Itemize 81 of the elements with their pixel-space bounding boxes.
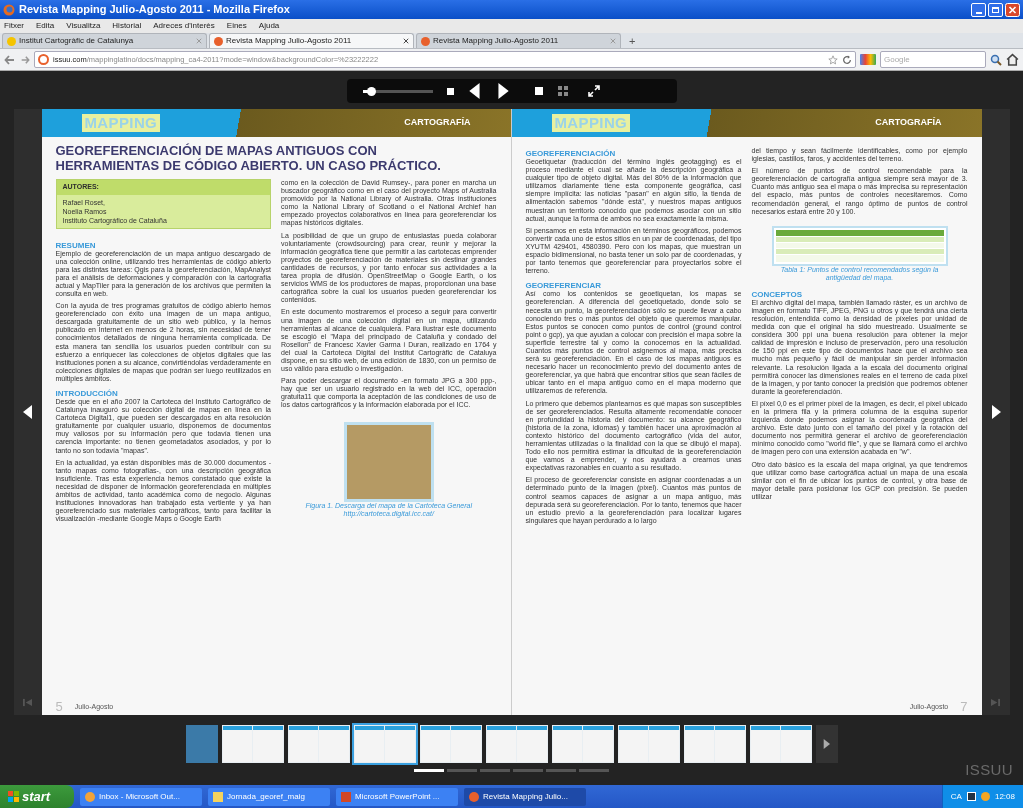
tray-shield-icon[interactable] xyxy=(980,792,990,801)
section-label: CARTOGRAFÍA xyxy=(875,116,942,130)
grid-view-icon[interactable] xyxy=(557,86,568,96)
magazine-logo: MAPPING xyxy=(81,114,161,132)
previous-spread-icon[interactable] xyxy=(22,404,33,420)
page-thumbnail[interactable] xyxy=(353,725,416,763)
section-heading: GEOREFERENCIAR xyxy=(525,281,603,291)
home-icon[interactable] xyxy=(1006,53,1019,66)
next-spread-icon[interactable] xyxy=(990,404,1001,420)
last-page-icon[interactable] xyxy=(991,698,1000,707)
clock: 12:08 xyxy=(994,790,1015,803)
page-thumbnail[interactable] xyxy=(683,725,746,763)
menu-item[interactable]: Fitxer xyxy=(4,20,24,32)
browser-tab[interactable]: Revista Mapping Julio-Agosto 2011 xyxy=(209,33,414,48)
forward-button-icon[interactable] xyxy=(20,54,30,65)
page-thumbnail[interactable] xyxy=(221,725,284,763)
stop-icon[interactable] xyxy=(446,87,454,95)
tab-label: Revista Mapping Julio-Agosto 2011 xyxy=(226,35,353,47)
section-heading: GEOREFERENCIACIÓN xyxy=(525,149,617,158)
browser-icon xyxy=(3,3,15,16)
tab-label: Revista Mapping Julio-Agosto 2011 xyxy=(433,35,560,47)
tab-label: Institut Cartogràfic de Catalunya xyxy=(19,35,135,47)
minimize-button[interactable] xyxy=(971,2,986,17)
new-tab-button[interactable]: + xyxy=(623,34,642,48)
start-button[interactable]: start xyxy=(0,785,74,808)
menu-item[interactable]: Adreces d'interès xyxy=(153,20,215,32)
page-thumbnail[interactable] xyxy=(419,725,482,763)
page-thumbnail[interactable] xyxy=(551,725,614,763)
menu-item[interactable]: Historial xyxy=(112,20,142,32)
taskbar-button[interactable]: Microsoft PowerPoint ... xyxy=(336,787,458,806)
tab-favicon-icon xyxy=(7,36,16,46)
tray-app-icon[interactable] xyxy=(966,792,976,801)
tab-close-icon[interactable] xyxy=(403,38,409,44)
magazine-logo: MAPPING xyxy=(551,114,631,132)
mail-icon xyxy=(85,791,95,802)
first-page-icon[interactable] xyxy=(23,698,32,707)
reload-icon[interactable] xyxy=(842,54,852,65)
menu-item[interactable]: Visualitza xyxy=(66,20,101,32)
search-field[interactable]: Google xyxy=(880,51,986,68)
search-engine-icon[interactable] xyxy=(860,54,876,65)
previous-page-icon[interactable] xyxy=(467,83,482,99)
next-page-icon[interactable] xyxy=(495,83,510,99)
windows-logo-icon xyxy=(8,791,19,802)
page-thumbnail[interactable] xyxy=(617,725,680,763)
browser-tab[interactable]: Revista Mapping Julio-Agosto 2011 xyxy=(416,33,621,48)
viewer-logo: ISSUU xyxy=(965,759,1013,780)
caret-icon xyxy=(823,739,830,749)
page-thumbnail[interactable] xyxy=(185,725,218,763)
menu-item[interactable]: Edita xyxy=(36,20,55,32)
section-heading: RESUMEN xyxy=(55,240,97,250)
page-thumbnail[interactable] xyxy=(485,725,548,763)
page-number: 7 xyxy=(960,698,968,715)
taskbar-button[interactable]: Jornada_georef_maig xyxy=(208,787,330,806)
slides-icon xyxy=(341,791,351,802)
single-page-icon[interactable] xyxy=(533,86,544,96)
search-icon[interactable] xyxy=(990,53,1002,66)
browser-tab[interactable]: Institut Cartogràfic de Catalunya xyxy=(2,33,207,48)
fullscreen-icon[interactable] xyxy=(587,85,600,97)
more-thumbnails-button[interactable] xyxy=(815,725,838,763)
window-title: Revista Mapping Julio-Agosto 2011 - Mozilla Firefox xyxy=(19,2,291,18)
maximize-button[interactable] xyxy=(988,2,1003,17)
page-number: 5 xyxy=(55,698,63,715)
article-title: GEOREFERENCIACIÓN DE MAPAS ANTIGUOS CON HERRAMIENTAS DE CÓDIGO ABIERTO. UN CASO PRÁCTICO. xyxy=(55,143,442,173)
site-identity-icon[interactable] xyxy=(38,54,49,65)
section-heading: INTRODUCCIÓN xyxy=(55,389,119,398)
taskbar-button[interactable]: Inbox - Microsoft Out... xyxy=(80,787,202,806)
close-button[interactable] xyxy=(1005,2,1020,17)
back-button-icon[interactable] xyxy=(4,53,16,66)
bookmark-star-icon[interactable] xyxy=(828,54,838,65)
tab-favicon-icon xyxy=(421,36,430,46)
section-heading: CONCEPTOS xyxy=(751,289,804,299)
zoom-slider-thumb[interactable] xyxy=(366,86,376,96)
menu-item[interactable]: Ajuda xyxy=(258,20,280,32)
page-thumbnail[interactable] xyxy=(287,725,350,763)
page-thumbnail[interactable] xyxy=(749,725,812,763)
tab-favicon-icon xyxy=(214,36,223,46)
section-label: CARTOGRAFÍA xyxy=(404,116,471,130)
taskbar-button[interactable]: Revista Mapping Julio... xyxy=(464,787,586,806)
menu-item[interactable]: Eines xyxy=(226,20,247,32)
browser-icon xyxy=(469,791,479,802)
folder-icon xyxy=(213,791,223,802)
